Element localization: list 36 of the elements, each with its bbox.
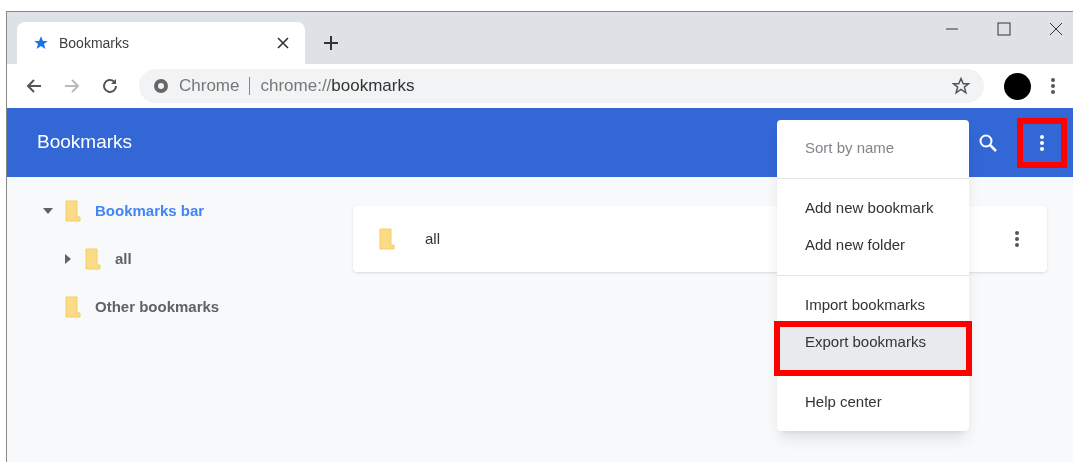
folder-icon — [379, 228, 395, 250]
site-label: Chrome — [179, 75, 240, 98]
avatar[interactable] — [1004, 72, 1031, 100]
tree-label: Other bookmarks — [95, 296, 220, 317]
menu-item[interactable]: Export bookmarks — [777, 324, 969, 373]
browser-tab[interactable]: Bookmarks — [17, 22, 305, 64]
reload-icon[interactable] — [101, 77, 119, 95]
folder-icon — [65, 296, 81, 318]
menu-item[interactable]: Help center — [777, 383, 969, 421]
more-icon[interactable] — [1015, 231, 1019, 247]
new-tab-icon[interactable] — [323, 35, 339, 51]
tree-label: all — [115, 248, 132, 269]
caret-right-icon[interactable] — [63, 254, 73, 264]
more-icon — [1040, 134, 1044, 151]
tree-label: Bookmarks bar — [95, 200, 205, 221]
bookmark-title: all — [425, 228, 440, 249]
star-icon — [33, 35, 49, 51]
address-bar[interactable]: Chrome chrome://bookmarks — [139, 69, 984, 103]
close-window-icon[interactable] — [1049, 22, 1063, 36]
tab-title: Bookmarks — [59, 33, 131, 53]
search-icon[interactable] — [979, 133, 997, 152]
maximize-icon[interactable] — [997, 22, 1011, 36]
caret-down-icon[interactable] — [43, 206, 53, 216]
menu-item[interactable]: Add new folder — [777, 227, 969, 276]
tree-item[interactable]: all — [7, 235, 353, 283]
menu-item[interactable]: Import bookmarks — [777, 286, 969, 324]
folder-icon — [65, 200, 81, 222]
more-icon[interactable] — [1051, 78, 1055, 94]
menu-item: Sort by name — [777, 130, 969, 179]
folder-icon — [85, 248, 101, 270]
close-icon[interactable] — [277, 37, 289, 49]
star-outline-icon[interactable] — [952, 77, 970, 95]
url-text: chrome://bookmarks — [260, 75, 415, 98]
header-title: Bookmarks — [37, 130, 133, 155]
tree-item[interactable]: Other bookmarks — [7, 283, 353, 331]
back-arrow-icon[interactable] — [25, 77, 43, 95]
